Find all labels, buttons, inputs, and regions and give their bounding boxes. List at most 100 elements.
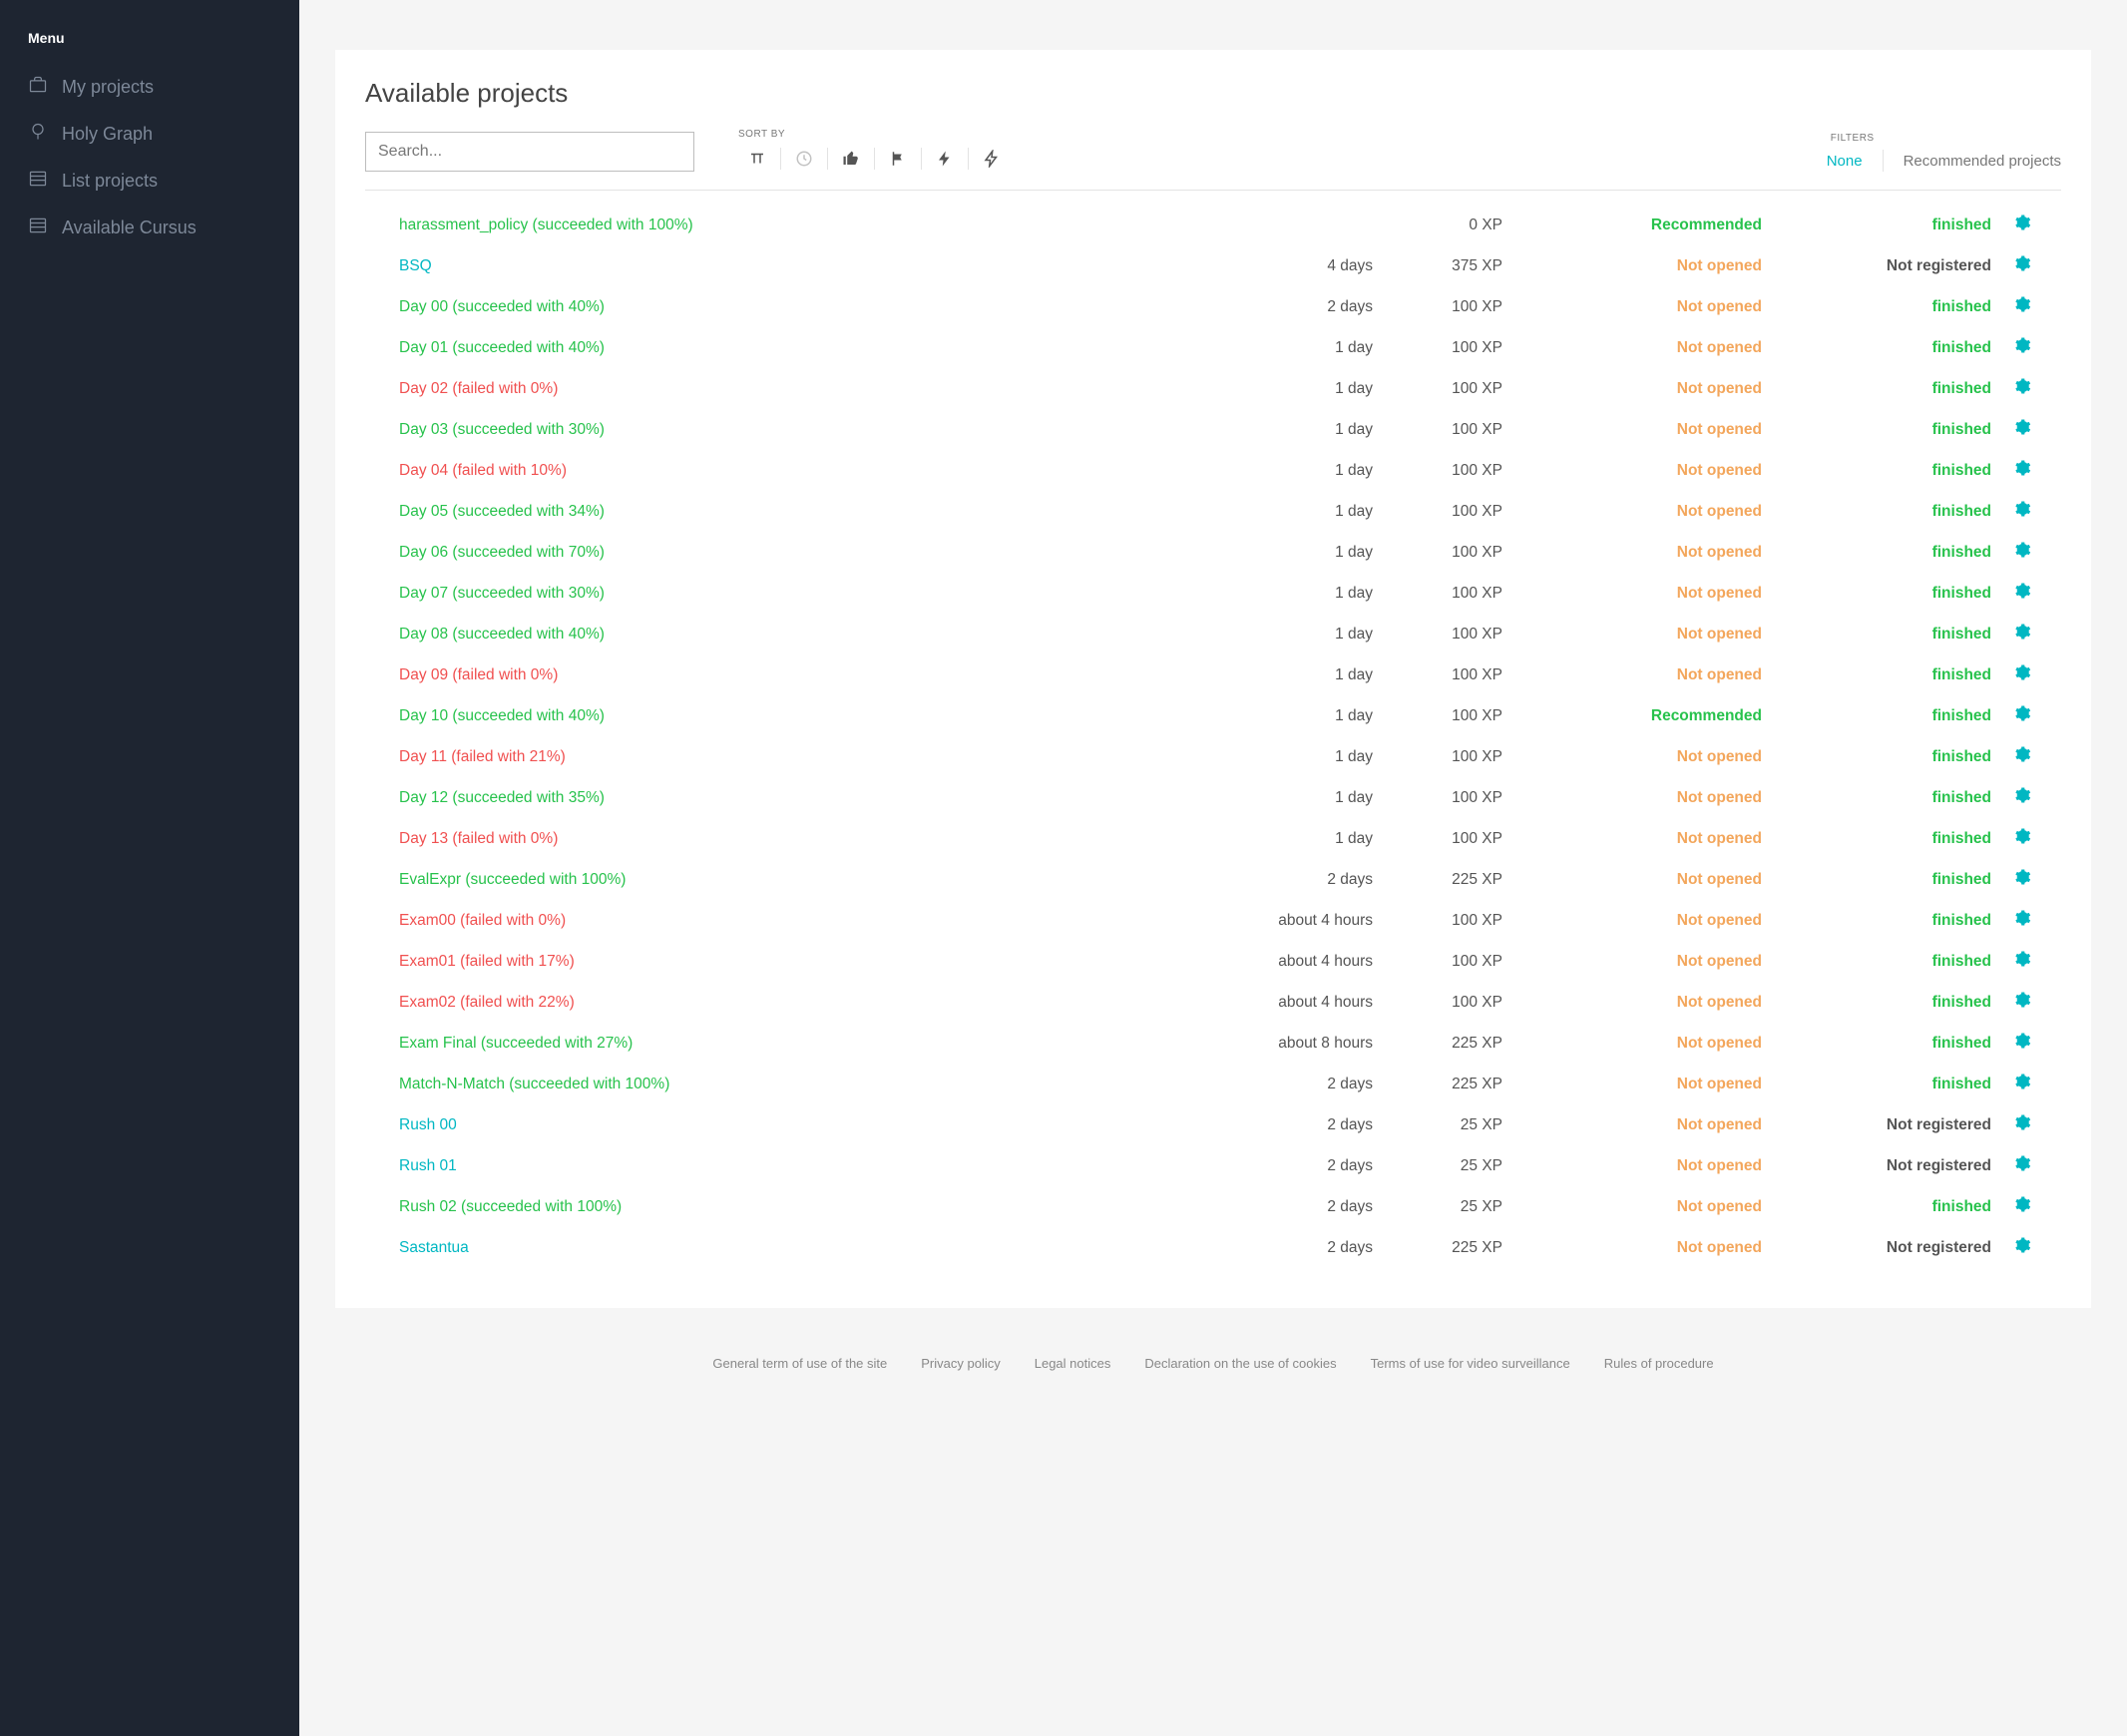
project-name[interactable]: Day 01 (succeeded with 40%) xyxy=(399,339,1203,357)
project-xp: 0 XP xyxy=(1383,217,1502,234)
sidebar-item[interactable]: Holy Graph xyxy=(0,111,299,158)
sidebar-item[interactable]: My projects xyxy=(0,64,299,111)
project-name[interactable]: Day 11 (failed with 21%) xyxy=(399,748,1203,766)
gear-icon[interactable] xyxy=(1991,1154,2031,1177)
project-name[interactable]: Day 02 (failed with 0%) xyxy=(399,380,1203,398)
project-name[interactable]: Day 05 (succeeded with 34%) xyxy=(399,503,1203,521)
project-recommendation: Not opened xyxy=(1502,871,1762,889)
project-duration: about 4 hours xyxy=(1203,953,1383,971)
project-recommendation: Not opened xyxy=(1502,912,1762,930)
project-name[interactable]: Day 09 (failed with 0%) xyxy=(399,666,1203,684)
footer-link[interactable]: Rules of procedure xyxy=(1604,1356,1714,1371)
list-icon xyxy=(28,216,48,240)
footer-link[interactable]: Declaration on the use of cookies xyxy=(1144,1356,1336,1371)
gear-icon[interactable] xyxy=(1991,1032,2031,1055)
project-xp: 100 XP xyxy=(1383,585,1502,603)
sort-time-icon[interactable] xyxy=(781,146,827,172)
project-status: finished xyxy=(1762,1198,1991,1216)
gear-icon[interactable] xyxy=(1991,623,2031,646)
gear-icon[interactable] xyxy=(1991,1073,2031,1095)
gear-icon[interactable] xyxy=(1991,1195,2031,1218)
project-name[interactable]: harassment_policy (succeeded with 100%) xyxy=(399,217,1203,234)
project-name[interactable]: Sastantua xyxy=(399,1239,1203,1257)
gear-icon[interactable] xyxy=(1991,909,2031,932)
filter-recommended[interactable]: Recommended projects xyxy=(1904,153,2061,170)
project-name[interactable]: Exam02 (failed with 22%) xyxy=(399,994,1203,1012)
gear-icon[interactable] xyxy=(1991,295,2031,318)
gear-icon[interactable] xyxy=(1991,541,2031,564)
gear-icon[interactable] xyxy=(1991,336,2031,359)
project-recommendation: Recommended xyxy=(1502,217,1762,234)
project-recommendation: Not opened xyxy=(1502,789,1762,807)
project-name[interactable]: Exam01 (failed with 17%) xyxy=(399,953,1203,971)
sort-bolt-alt-icon[interactable] xyxy=(969,146,1015,172)
gear-icon[interactable] xyxy=(1991,1236,2031,1259)
search-input[interactable] xyxy=(365,132,694,172)
project-name[interactable]: Day 04 (failed with 10%) xyxy=(399,462,1203,480)
project-recommendation: Not opened xyxy=(1502,1076,1762,1093)
gear-icon[interactable] xyxy=(1991,663,2031,686)
gear-icon[interactable] xyxy=(1991,1113,2031,1136)
sidebar-item-label: Holy Graph xyxy=(62,124,153,145)
gear-icon[interactable] xyxy=(1991,582,2031,605)
footer-link[interactable]: Terms of use for video surveillance xyxy=(1371,1356,1570,1371)
sort-flag-icon[interactable] xyxy=(875,146,921,172)
table-row: Day 12 (succeeded with 35%)1 day100 XPNo… xyxy=(365,777,2061,818)
balloon-icon xyxy=(28,122,48,147)
project-name[interactable]: Exam00 (failed with 0%) xyxy=(399,912,1203,930)
project-recommendation: Not opened xyxy=(1502,339,1762,357)
project-name[interactable]: Day 00 (succeeded with 40%) xyxy=(399,298,1203,316)
project-xp: 100 XP xyxy=(1383,994,1502,1012)
project-name[interactable]: Day 13 (failed with 0%) xyxy=(399,830,1203,848)
sidebar-item[interactable]: List projects xyxy=(0,158,299,205)
gear-icon[interactable] xyxy=(1991,786,2031,809)
filter-none[interactable]: None xyxy=(1827,153,1863,170)
project-name[interactable]: Day 06 (succeeded with 70%) xyxy=(399,544,1203,562)
project-name[interactable]: Day 07 (succeeded with 30%) xyxy=(399,585,1203,603)
gear-icon[interactable] xyxy=(1991,991,2031,1014)
project-duration: about 4 hours xyxy=(1203,994,1383,1012)
project-status: finished xyxy=(1762,585,1991,603)
project-duration: 1 day xyxy=(1203,748,1383,766)
project-name[interactable]: Rush 01 xyxy=(399,1157,1203,1175)
gear-icon[interactable] xyxy=(1991,214,2031,236)
project-duration: 1 day xyxy=(1203,544,1383,562)
gear-icon[interactable] xyxy=(1991,500,2031,523)
project-name[interactable]: Rush 02 (succeeded with 100%) xyxy=(399,1198,1203,1216)
project-name[interactable]: Day 03 (succeeded with 30%) xyxy=(399,421,1203,439)
table-row: Rush 02 (succeeded with 100%)2 days25 XP… xyxy=(365,1186,2061,1227)
project-duration: 1 day xyxy=(1203,626,1383,644)
sort-name-icon[interactable] xyxy=(734,146,780,172)
project-name[interactable]: Match-N-Match (succeeded with 100%) xyxy=(399,1076,1203,1093)
sort-bolt-icon[interactable] xyxy=(922,146,968,172)
project-name[interactable]: Rush 00 xyxy=(399,1116,1203,1134)
project-name[interactable]: Day 10 (succeeded with 40%) xyxy=(399,707,1203,725)
project-name[interactable]: Day 08 (succeeded with 40%) xyxy=(399,626,1203,644)
gear-icon[interactable] xyxy=(1991,827,2031,850)
gear-icon[interactable] xyxy=(1991,254,2031,277)
project-recommendation: Not opened xyxy=(1502,503,1762,521)
gear-icon[interactable] xyxy=(1991,377,2031,400)
gear-icon[interactable] xyxy=(1991,418,2031,441)
project-name[interactable]: EvalExpr (succeeded with 100%) xyxy=(399,871,1203,889)
sidebar-item[interactable]: Available Cursus xyxy=(0,205,299,251)
project-status: finished xyxy=(1762,298,1991,316)
project-name[interactable]: BSQ xyxy=(399,257,1203,275)
project-xp: 100 XP xyxy=(1383,503,1502,521)
footer-link[interactable]: Legal notices xyxy=(1035,1356,1111,1371)
project-duration: about 4 hours xyxy=(1203,912,1383,930)
sort-thumb-icon[interactable] xyxy=(828,146,874,172)
project-recommendation: Not opened xyxy=(1502,748,1762,766)
gear-icon[interactable] xyxy=(1991,950,2031,973)
gear-icon[interactable] xyxy=(1991,704,2031,727)
gear-icon[interactable] xyxy=(1991,459,2031,482)
footer-link[interactable]: General term of use of the site xyxy=(712,1356,887,1371)
project-name[interactable]: Day 12 (succeeded with 35%) xyxy=(399,789,1203,807)
gear-icon[interactable] xyxy=(1991,745,2031,768)
project-status: Not registered xyxy=(1762,257,1991,275)
table-row: Day 07 (succeeded with 30%)1 day100 XPNo… xyxy=(365,573,2061,614)
gear-icon[interactable] xyxy=(1991,868,2031,891)
project-xp: 100 XP xyxy=(1383,830,1502,848)
project-name[interactable]: Exam Final (succeeded with 27%) xyxy=(399,1035,1203,1053)
footer-link[interactable]: Privacy policy xyxy=(921,1356,1000,1371)
